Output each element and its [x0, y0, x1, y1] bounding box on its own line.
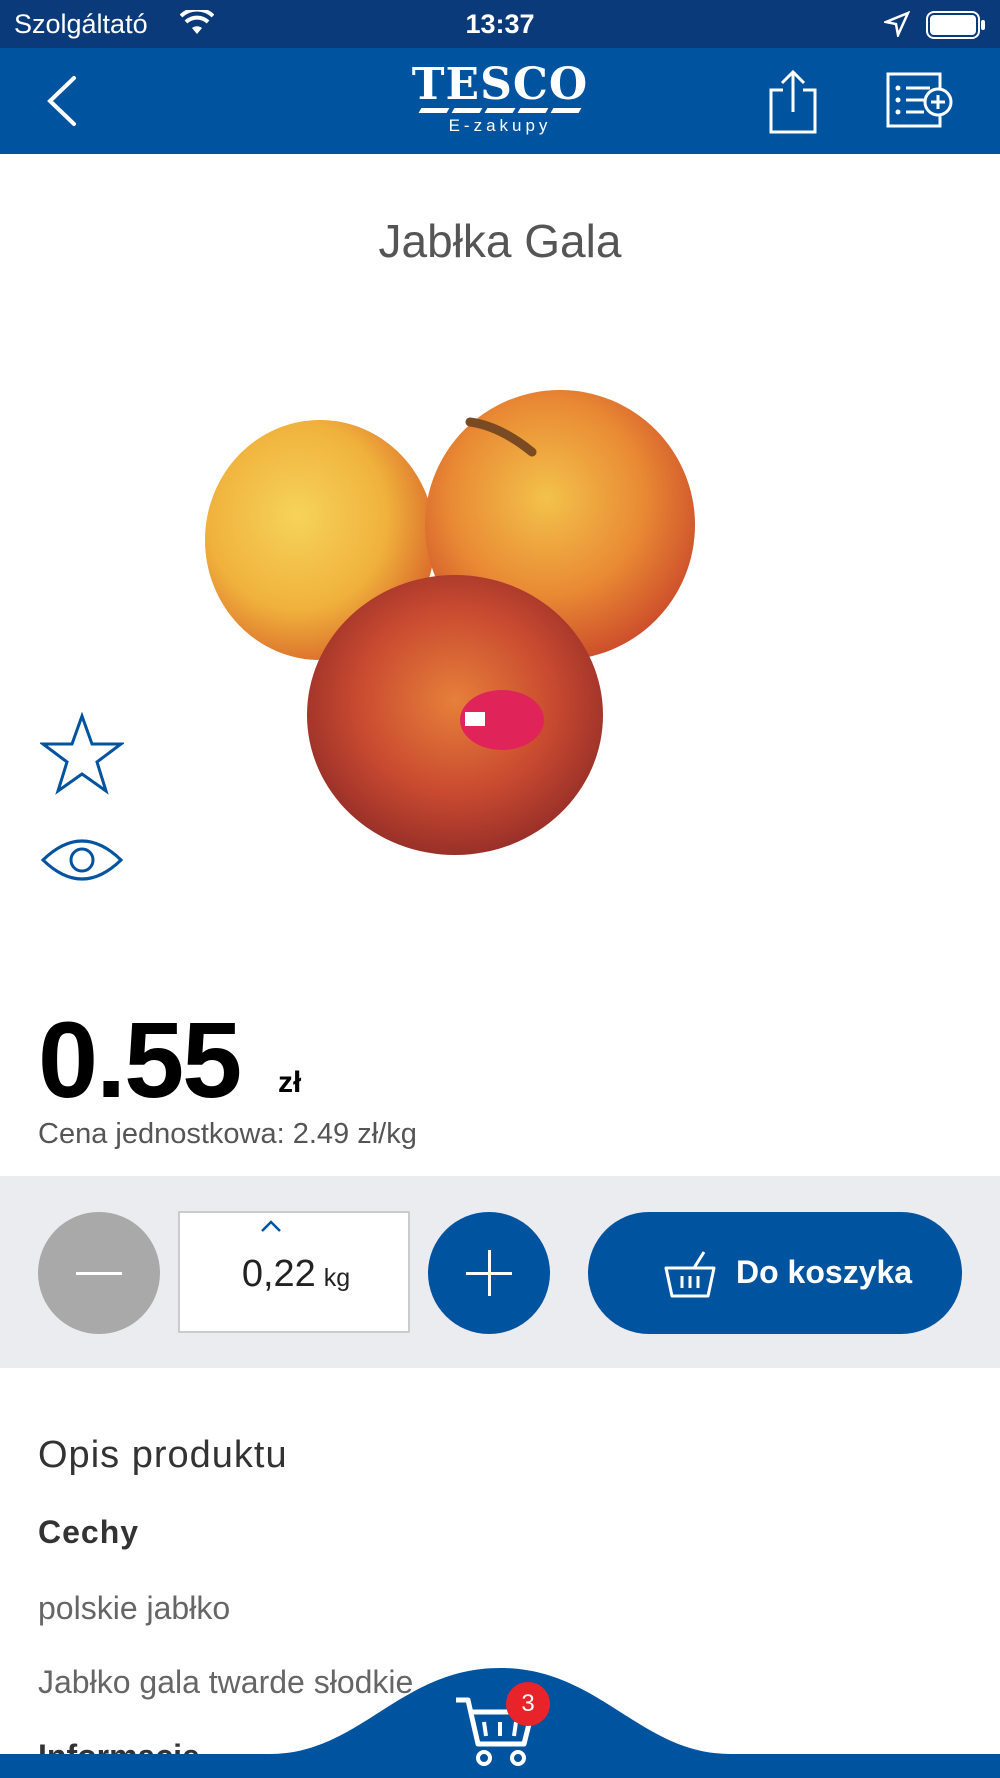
list-add-icon	[886, 72, 953, 128]
share-button[interactable]	[766, 68, 820, 136]
basket-icon	[664, 1251, 716, 1298]
quantity-display: 0,22 kg	[180, 1253, 412, 1296]
status-bar: Szolgáltató 13:37	[0, 0, 1000, 48]
quantity-value: 0,22	[241, 1253, 316, 1295]
logo-word: TESCO	[411, 59, 589, 110]
chevron-up-icon[interactable]	[260, 1219, 282, 1233]
quantity-field[interactable]: 0,22 kg	[178, 1211, 410, 1333]
chevron-left-icon	[47, 76, 76, 126]
eye-icon[interactable]	[40, 834, 124, 886]
location-arrow-icon	[881, 10, 911, 42]
share-icon	[769, 69, 817, 134]
logo-subtitle: E-zakupy	[448, 116, 552, 135]
unit-price: Cena jednostkowa: 2.49 zł/kg	[38, 1118, 417, 1150]
add-to-cart-button[interactable]: Do koszyka	[588, 1212, 962, 1334]
product-image	[200, 390, 800, 870]
cart-count-badge: 3	[506, 1682, 550, 1726]
favorite-star-button[interactable]	[38, 711, 126, 796]
add-to-list-button[interactable]	[886, 72, 954, 130]
battery-icon	[926, 11, 986, 44]
features-heading: Cechy	[38, 1514, 140, 1550]
quantity-bar: 0,22 kg Do koszyka	[0, 1176, 1000, 1368]
logo-stripes	[400, 108, 600, 113]
product-title: Jabłka Gala	[378, 215, 622, 267]
increase-quantity-button[interactable]	[428, 1212, 550, 1334]
quantity-unit: kg	[323, 1264, 351, 1292]
app-header: TESCO E-zakupy	[0, 48, 1000, 154]
price-value: 0.55	[38, 999, 242, 1120]
back-button[interactable]	[40, 74, 90, 128]
star-icon	[38, 711, 126, 795]
price-currency: zł	[278, 1066, 302, 1099]
decrease-quantity-button[interactable]	[38, 1212, 160, 1334]
description-heading: Opis produktu	[38, 1434, 288, 1476]
add-to-cart-label: Do koszyka	[736, 1254, 913, 1290]
feature-line: polskie jabłko	[38, 1590, 231, 1626]
tesco-logo: TESCO E-zakupy	[400, 62, 600, 142]
clock: 13:37	[465, 9, 535, 39]
